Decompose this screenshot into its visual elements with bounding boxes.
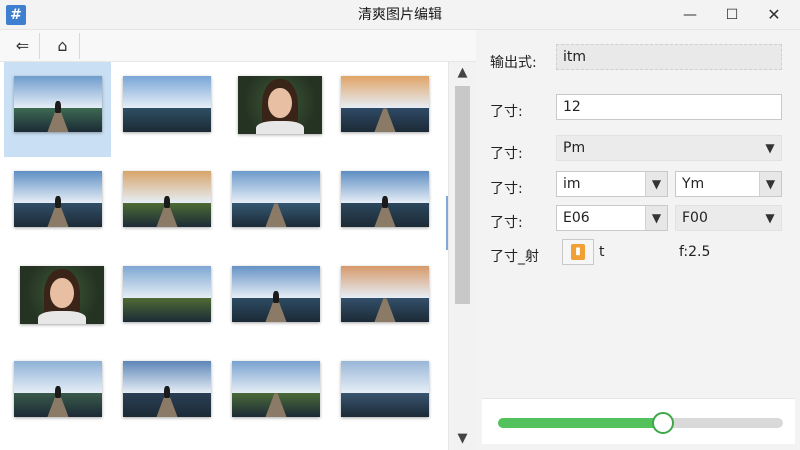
size-input[interactable]: 12: [556, 94, 782, 120]
scroll-up-button[interactable]: ▲: [449, 62, 476, 84]
photo-thumbnail: [14, 361, 102, 417]
thumbnail-item[interactable]: [222, 347, 329, 442]
chevron-down-icon: ▼: [765, 141, 775, 155]
photo-thumbnail: [232, 171, 320, 227]
photo-thumbnail: [238, 76, 322, 134]
mode-select-value: Pm: [563, 140, 586, 156]
thumbnail-item[interactable]: [4, 252, 111, 347]
photo-thumbnail: [20, 266, 104, 324]
slider-handle[interactable]: [652, 412, 675, 434]
mode-label: 了寸:: [490, 146, 523, 162]
unit-select-a-value: im: [563, 176, 581, 192]
maximize-button[interactable]: ☐: [712, 0, 752, 30]
unit-select-b-value: Ym: [682, 176, 705, 192]
chevron-up-icon: ▲: [457, 65, 468, 80]
unit-label: 了寸:: [490, 181, 523, 197]
home-icon: ⌂: [57, 36, 68, 55]
color-label: 了寸:: [490, 215, 523, 231]
thumbnail-item[interactable]: [331, 252, 438, 347]
back-arrow-icon: ⇐: [15, 36, 30, 55]
output-format-field: itm: [556, 44, 782, 70]
photo-thumbnail: [232, 266, 320, 322]
photo-thumbnail: [341, 171, 429, 227]
settings-pane: 输出式: itm 了寸: 12 了寸: Pm ▼ 了寸: im ▼ Ym ▼ 了…: [477, 30, 800, 450]
scroll-position-marker: [446, 196, 448, 250]
orientation-text: t: [599, 244, 605, 260]
thumbnail-grid: [0, 62, 448, 450]
color-select-b[interactable]: F00 ▼: [675, 205, 782, 231]
thumbnail-item[interactable]: [113, 347, 220, 442]
output-format-label: 输出式:: [490, 55, 537, 71]
chevron-down-icon: ▼: [759, 172, 781, 196]
color-select-a[interactable]: E06 ▼: [556, 205, 668, 231]
gallery-scrollbar[interactable]: ▲ ▼: [446, 62, 476, 450]
chevron-down-icon: ▼: [645, 172, 667, 196]
unit-select-a[interactable]: im ▼: [556, 171, 668, 197]
orientation-button[interactable]: ▮: [562, 239, 594, 265]
photo-thumbnail: [341, 266, 429, 322]
thumbnail-item[interactable]: [222, 252, 329, 347]
photo-thumbnail: [232, 361, 320, 417]
gallery-pane: ⇐ ⌂ ▲ ▼: [0, 30, 476, 450]
unit-select-b[interactable]: Ym ▼: [675, 171, 782, 197]
color-select-b-value: F00: [682, 210, 708, 226]
minimize-button[interactable]: —: [670, 0, 710, 30]
chevron-down-icon: ▼: [457, 431, 468, 446]
size-label: 了寸:: [490, 104, 523, 120]
thumbnail-item[interactable]: [113, 157, 220, 252]
quality-slider[interactable]: [498, 412, 783, 434]
slider-panel: [482, 398, 795, 444]
photo-thumbnail: [123, 266, 211, 322]
thumbnail-item[interactable]: [331, 157, 438, 252]
scroll-thumb[interactable]: [455, 86, 470, 304]
gallery-toolbar: ⇐ ⌂: [0, 30, 476, 62]
photo-thumbnail: [14, 171, 102, 227]
photo-thumbnail: [123, 171, 211, 227]
scroll-down-button[interactable]: ▼: [449, 428, 476, 450]
photo-thumbnail: [123, 361, 211, 417]
ratio-value: f:2.5: [679, 244, 711, 260]
close-button[interactable]: ✕: [754, 0, 794, 30]
thumbnail-item[interactable]: [113, 62, 220, 157]
thumbnail-item[interactable]: [4, 347, 111, 442]
color-select-a-value: E06: [563, 210, 590, 226]
chevron-down-icon: ▼: [765, 211, 775, 225]
photo-thumbnail: [14, 76, 102, 132]
home-button[interactable]: ⌂: [46, 33, 80, 59]
photo-thumbnail: [341, 361, 429, 417]
thumbnail-item[interactable]: [4, 62, 111, 157]
mode-select[interactable]: Pm ▼: [556, 135, 782, 161]
thumbnail-item[interactable]: [331, 62, 438, 157]
photo-thumbnail: [341, 76, 429, 132]
thumbnail-item[interactable]: [331, 347, 438, 442]
thumbnail-item[interactable]: [222, 62, 329, 157]
thumbnail-item[interactable]: [222, 157, 329, 252]
orientation-icon: ▮: [571, 244, 585, 260]
title-bar: # 清爽图片编辑 — ☐ ✕: [0, 0, 800, 30]
ratio-label: 了寸_射: [490, 249, 539, 265]
slider-fill: [498, 418, 664, 428]
back-button[interactable]: ⇐: [6, 33, 40, 59]
thumbnail-item[interactable]: [4, 157, 111, 252]
photo-thumbnail: [123, 76, 211, 132]
chevron-down-icon: ▼: [645, 206, 667, 230]
thumbnail-item[interactable]: [113, 252, 220, 347]
